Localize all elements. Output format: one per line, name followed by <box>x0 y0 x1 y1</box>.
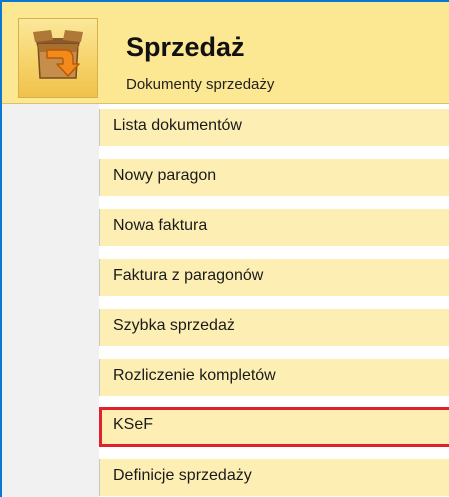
menu-item-label: Rozliczenie kompletów <box>113 367 276 384</box>
menu-item-lista-dokumentow[interactable]: Lista dokumentów <box>99 109 449 146</box>
menu-item-label: Nowy paragon <box>113 167 217 184</box>
menu-item-nowa-faktura[interactable]: Nowa faktura <box>99 209 449 246</box>
menu-item-label: Szybka sprzedaż <box>113 317 235 334</box>
menu-item-nowy-paragon[interactable]: Nowy paragon <box>99 159 449 196</box>
menu-item-label: KSeF <box>113 416 154 433</box>
menu-item-label: Lista dokumentów <box>113 117 242 134</box>
menu-item-rozliczenie-kompletow[interactable]: Rozliczenie kompletów <box>99 359 449 396</box>
sales-arrow-icon <box>18 18 98 98</box>
left-sidebar <box>2 104 99 497</box>
module-header: Sprzedaż Dokumenty sprzedaży <box>2 2 449 104</box>
module-title: Sprzedaż <box>126 32 245 62</box>
menu-item-label: Faktura z paragonów <box>113 267 264 284</box>
menu-item-szybka-sprzedaz[interactable]: Szybka sprzedaż <box>99 309 449 346</box>
module-subtitle: Dokumenty sprzedaży <box>126 76 275 93</box>
menu-item-label: Definicje sprzedaży <box>113 467 252 484</box>
menu-item-label: Nowa faktura <box>113 217 208 234</box>
menu-list: Lista dokumentów Nowy paragon Nowa faktu… <box>99 104 449 497</box>
menu-item-faktura-z-paragonow[interactable]: Faktura z paragonów <box>99 259 449 296</box>
sales-module-panel: Sprzedaż Dokumenty sprzedaży Lista dokum… <box>0 0 449 497</box>
menu-item-ksef[interactable]: KSeF <box>99 407 449 447</box>
menu-item-definicje-sprzedazy[interactable]: Definicje sprzedaży <box>99 459 449 496</box>
